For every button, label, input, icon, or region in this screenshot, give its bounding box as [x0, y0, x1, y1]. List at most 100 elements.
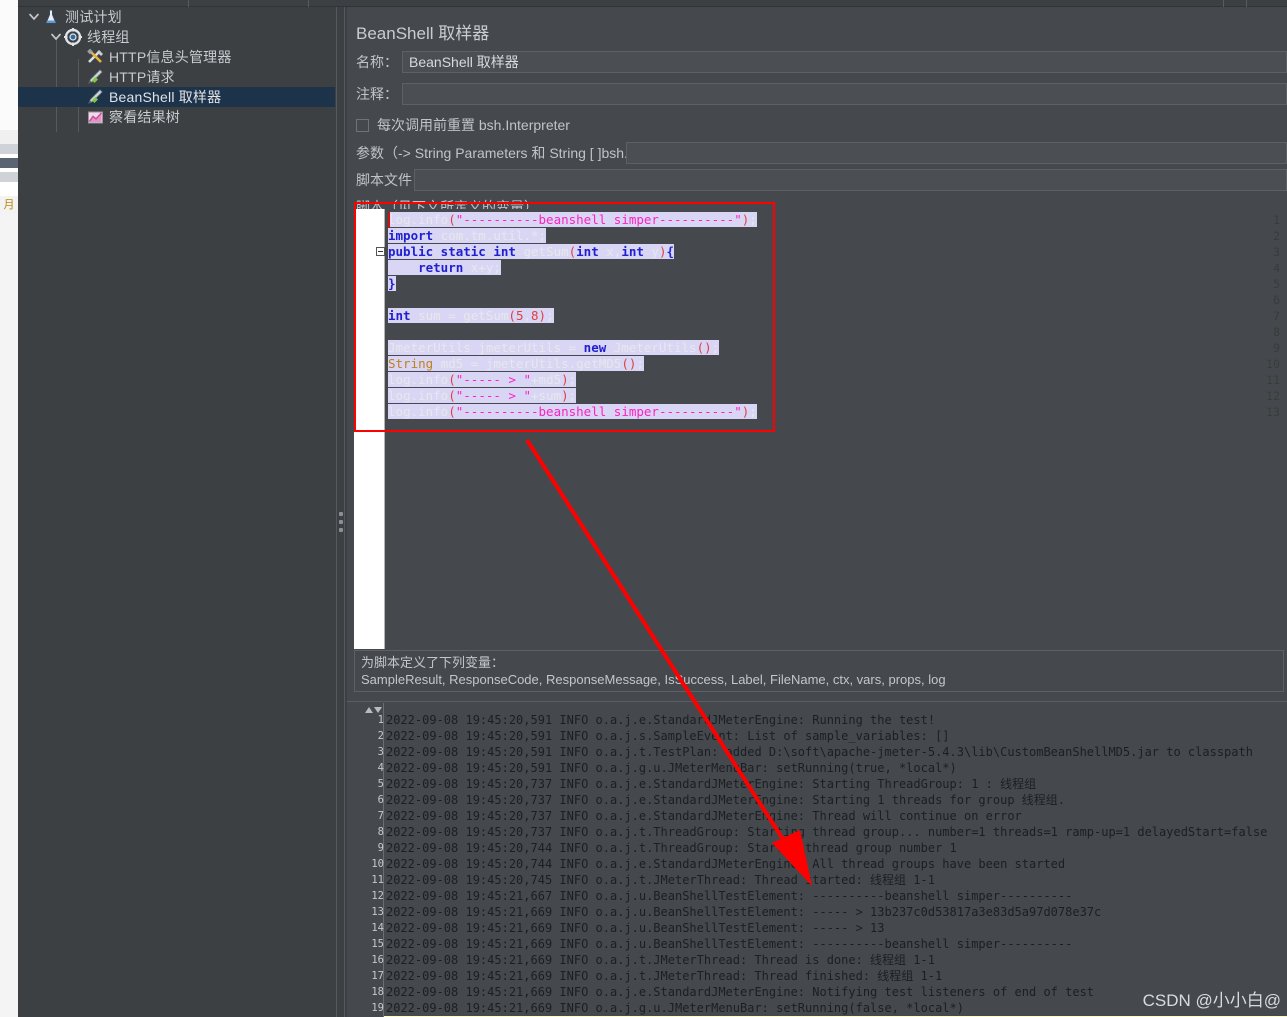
parameters-input[interactable] [626, 142, 1287, 164]
log-line: 2022-09-08 19:45:20,591 INFO o.a.j.e.Sta… [386, 713, 936, 727]
log-line: 2022-09-08 19:45:21,669 INFO o.a.j.t.JMe… [386, 953, 935, 967]
code-fold-toggle-icon[interactable] [376, 247, 385, 256]
editor-line-number: 1 [1273, 213, 1280, 227]
reset-interpreter-checkbox[interactable] [356, 118, 369, 132]
editor-line-number: 8 [1273, 325, 1280, 339]
log-line: 2022-09-08 19:45:20,744 INFO o.a.j.t.Thr… [386, 841, 957, 855]
log-line-number: 16 [371, 954, 384, 966]
script-file-input[interactable] [414, 169, 1287, 191]
tree-item-label: 测试计划 [65, 9, 122, 25]
log-line: 2022-09-08 19:45:21,669 INFO o.a.j.e.Sta… [386, 985, 1095, 999]
editor-code-area[interactable] [385, 209, 1284, 649]
log-line: 2022-09-08 19:45:20,591 INFO o.a.j.g.u.J… [386, 761, 957, 775]
editor-code-line[interactable]: log.info("----------beanshell simper----… [388, 212, 757, 228]
thread-group-gear-icon [64, 28, 84, 46]
header-manager-icon [86, 48, 106, 66]
log-line-number: 8 [377, 826, 384, 838]
log-line-number: 3 [377, 746, 384, 758]
comment-label: 注释： [356, 86, 398, 102]
tree-item-5[interactable]: BeanShell 取样器 [18, 87, 335, 107]
log-line: 2022-09-08 19:45:21,667 INFO o.a.j.u.Bea… [386, 889, 1073, 903]
comment-row: 注释： [356, 83, 1287, 105]
editor-code-line[interactable]: String md5 = jmeterUtils.getMD5(); [388, 356, 644, 372]
page-title: BeanShell 取样器 [356, 24, 490, 43]
chevron-down-icon[interactable] [48, 29, 64, 45]
reset-interpreter-row[interactable]: 每次调用前重置 bsh.Interpreter [356, 115, 570, 135]
log-line: 2022-09-08 19:45:20,745 INFO o.a.j.t.JMe… [386, 873, 935, 887]
name-row: 名称： BeanShell 取样器 [356, 51, 1287, 73]
script-editor[interactable]: 1 log.info("----------beanshell simper---… [354, 209, 1284, 649]
editor-line-number: 5 [1273, 277, 1280, 291]
toolbar-strip [18, 0, 1287, 7]
log-line: 2022-09-08 19:45:21,669 INFO o.a.j.u.Bea… [386, 905, 1102, 919]
log-line-number: 6 [377, 794, 384, 806]
chevron-down-icon[interactable] [26, 9, 42, 25]
name-label: 名称： [356, 54, 398, 70]
editor-code-line[interactable]: public static int getSum(int x,int y){ [388, 244, 675, 260]
log-line-number: 7 [377, 810, 384, 822]
editor-code-line[interactable]: log.info("----- > "+sum); [388, 388, 577, 404]
variables-heading: 为脚本定义了下列变量： [361, 655, 505, 670]
editor-line-number: 3 [1273, 245, 1280, 259]
log-line-number: 5 [377, 778, 384, 790]
name-input[interactable]: BeanShell 取样器 [402, 51, 1287, 73]
view-results-tree-icon [86, 108, 106, 126]
http-sampler-icon [86, 68, 106, 86]
tree-item-label: BeanShell 取样器 [109, 89, 222, 105]
editor-code-line[interactable]: return x+y; [388, 260, 501, 276]
log-line-number: 15 [371, 938, 384, 950]
log-line: 2022-09-08 19:45:20,737 INFO o.a.j.e.Sta… [386, 809, 1022, 823]
log-line: 2022-09-08 19:45:20,737 INFO o.a.j.t.Thr… [386, 825, 1268, 839]
log-line-number: 19 [371, 1002, 384, 1014]
log-line: 2022-09-08 19:45:20,737 INFO o.a.j.e.Sta… [386, 793, 1065, 807]
editor-code-line[interactable]: import com.tm.util.*; [388, 228, 547, 244]
log-line: 2022-09-08 19:45:21,669 INFO o.a.j.u.Bea… [386, 937, 1073, 951]
tree-item-label: HTTP信息头管理器 [109, 49, 232, 65]
watermark: CSDN @小小白@ [1142, 991, 1281, 1010]
panel-divider [347, 701, 1287, 702]
test-plan-icon [42, 8, 62, 26]
tree-item-6[interactable]: 察看结果树 [18, 107, 335, 127]
script-variables-info: 为脚本定义了下列变量： SampleResult, ResponseCode, … [354, 650, 1284, 692]
script-file-label: 脚本文件 [356, 172, 412, 188]
log-line: 2022-09-08 19:45:20,737 INFO o.a.j.e.Sta… [386, 777, 1037, 791]
variables-list: SampleResult, ResponseCode, ResponseMess… [361, 672, 946, 687]
editor-line-number: 6 [1273, 293, 1280, 307]
editor-code-line[interactable]: log.info("----------beanshell simper----… [388, 404, 757, 420]
jmeter-window: 月 测试计划线程组 HTTP信息头管理器 HTTP请求 BeanShell 取样器察看… [0, 0, 1287, 1017]
tree-item-2[interactable]: 线程组 [18, 27, 335, 47]
log-console[interactable]: 1 2022-09-08 19:45:20,591 INFO o.a.j.e.St… [361, 703, 1287, 1017]
text-caret [388, 212, 390, 228]
tree-item-3[interactable]: HTTP信息头管理器 [18, 47, 335, 67]
tree-item-4[interactable]: HTTP请求 [18, 67, 335, 87]
log-line: 2022-09-08 19:45:21,669 INFO o.a.j.u.Bea… [386, 921, 885, 935]
tree-item-1[interactable]: 测试计划 [18, 7, 335, 27]
splitter-grip[interactable] [339, 512, 344, 538]
background-window-sliver: 月 [0, 0, 18, 1017]
panel-splitter[interactable] [335, 7, 347, 1017]
editor-gutter [354, 209, 384, 649]
editor-line-number: 12 [1266, 389, 1280, 403]
editor-code-line[interactable]: log.info("----- > "+md5); [388, 372, 577, 388]
test-plan-tree[interactable]: 测试计划线程组 HTTP信息头管理器 HTTP请求 BeanShell 取样器察看结果… [18, 7, 335, 1017]
beanshell-sampler-panel: BeanShell 取样器 名称： BeanShell 取样器 注释： 每次调用… [347, 7, 1287, 1017]
editor-code-line[interactable]: int sum = getSum(5,8); [388, 308, 554, 324]
log-line: 2022-09-08 19:45:21,669 INFO o.a.j.t.JMe… [386, 969, 943, 983]
editor-line-number: 13 [1266, 405, 1280, 419]
editor-code-line[interactable]: JmeterUtils jmeterUtils = new JmeterUtil… [388, 340, 720, 356]
log-line: 2022-09-08 19:45:20,591 INFO o.a.j.s.Sam… [386, 729, 950, 743]
editor-code-line[interactable]: } [388, 276, 396, 292]
parameters-label: 参数（-> String Parameters 和 String [ ]bsh.… [356, 145, 670, 161]
parameters-row: 参数（-> String Parameters 和 String [ ]bsh.… [356, 142, 1287, 164]
comment-input[interactable] [402, 83, 1287, 105]
reset-interpreter-label: 每次调用前重置 bsh.Interpreter [377, 117, 570, 133]
log-line-number: 12 [371, 890, 384, 902]
log-line: 2022-09-08 19:45:20,744 INFO o.a.j.e.Sta… [386, 857, 1066, 871]
log-line-number: 17 [371, 970, 384, 982]
beanshell-sampler-icon [86, 88, 106, 106]
editor-line-number: 10 [1266, 357, 1280, 371]
log-line-number: 2 [377, 730, 384, 742]
